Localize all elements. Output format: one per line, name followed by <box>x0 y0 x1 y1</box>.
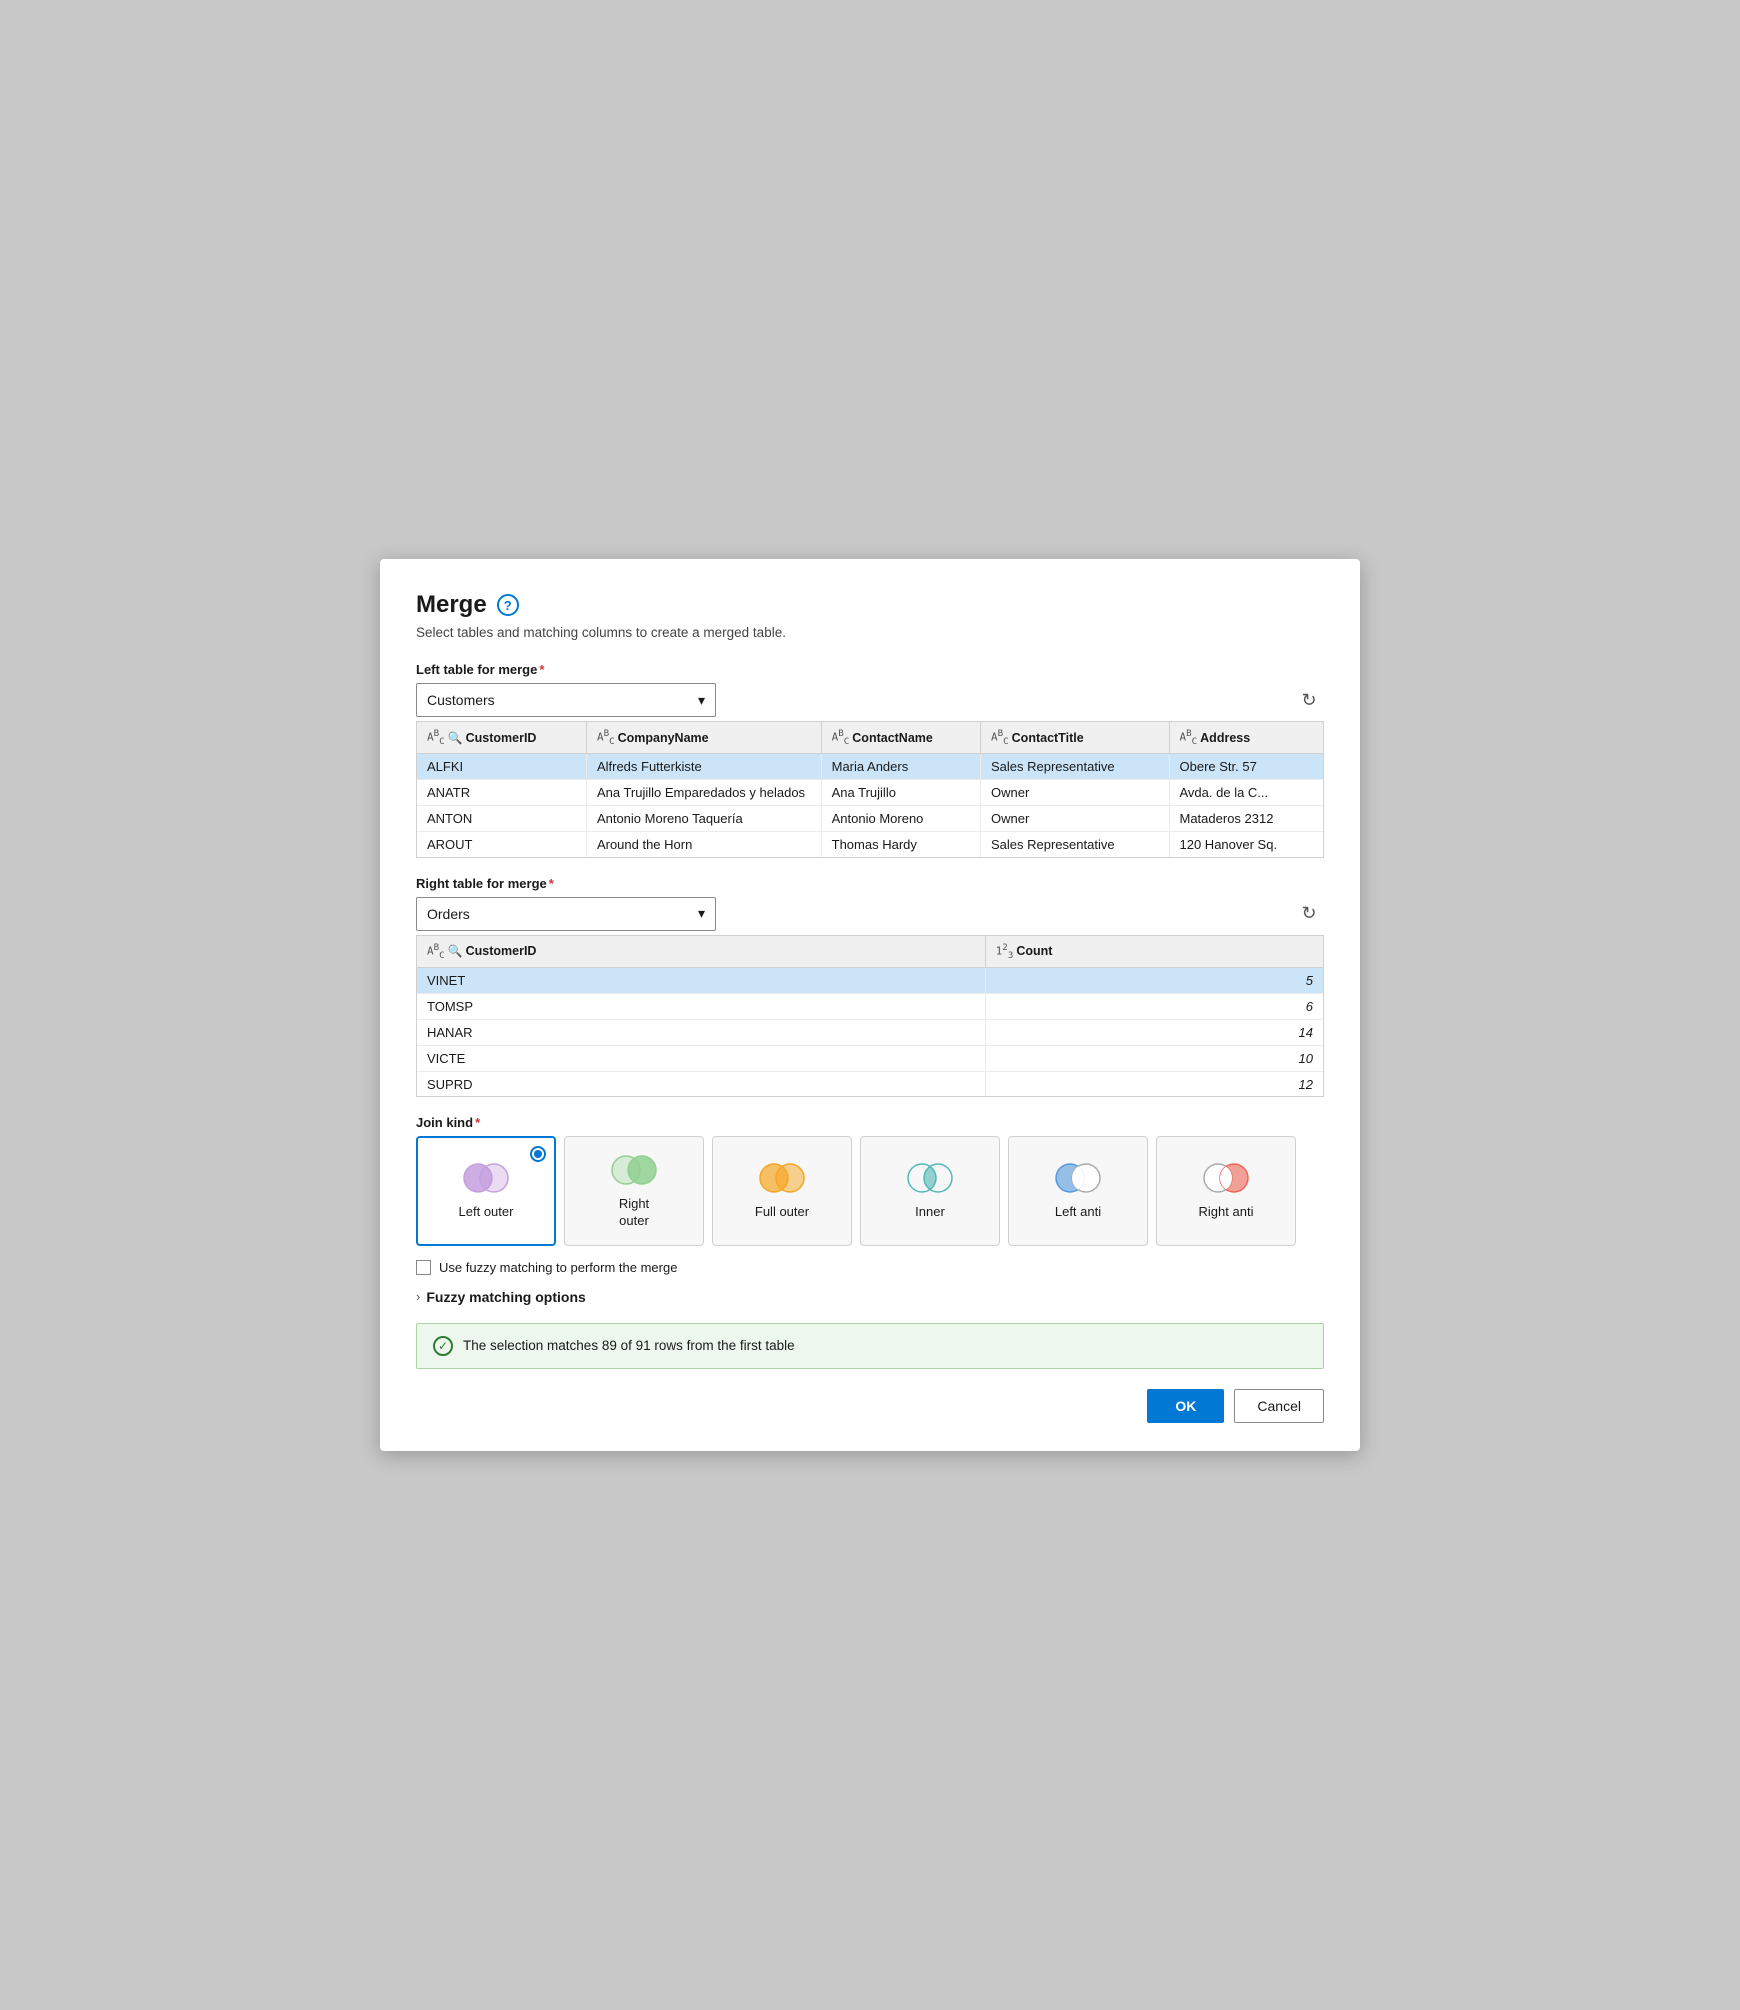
table-row[interactable]: VINET5 <box>417 967 1323 993</box>
left-table-wrapper[interactable]: ABC 🔍 CustomerID ABC CompanyName ABC Con… <box>417 722 1323 857</box>
fuzzy-options-label: Fuzzy matching options <box>426 1289 585 1305</box>
left-col-contacttitle[interactable]: ABC ContactTitle <box>981 722 1170 753</box>
join-kind-label: Join kind* <box>416 1115 1324 1130</box>
table-row[interactable]: HANAR14 <box>417 1019 1323 1045</box>
radio-left-outer <box>530 1146 546 1162</box>
status-check-icon: ✓ <box>433 1336 453 1356</box>
join-left-outer-label: Left outer <box>459 1204 514 1221</box>
fuzzy-checkbox[interactable] <box>416 1260 431 1275</box>
venn-left-outer-icon <box>460 1160 512 1196</box>
chevron-down-icon: ▾ <box>698 692 705 709</box>
join-right-anti[interactable]: Right anti <box>1156 1136 1296 1246</box>
join-inner-label: Inner <box>915 1204 945 1221</box>
venn-right-anti-icon <box>1200 1160 1252 1196</box>
join-right-outer[interactable]: Rightouter <box>564 1136 704 1246</box>
left-col-contactname[interactable]: ABC ContactName <box>821 722 980 753</box>
join-cards: Left outer Rightouter Full outer <box>416 1136 1324 1246</box>
right-table-value: Orders <box>427 906 470 922</box>
table-row[interactable]: ANTONAntonio Moreno TaqueríaAntonio More… <box>417 805 1323 831</box>
chevron-right-icon: › <box>416 1289 420 1304</box>
status-message: The selection matches 89 of 91 rows from… <box>463 1338 795 1353</box>
merge-dialog: Merge ? Select tables and matching colum… <box>380 559 1360 1451</box>
fuzzy-options-row[interactable]: › Fuzzy matching options <box>416 1289 1324 1305</box>
cancel-button[interactable]: Cancel <box>1234 1389 1324 1423</box>
dialog-title: Merge <box>416 591 487 619</box>
left-table-container: ABC 🔍 CustomerID ABC CompanyName ABC Con… <box>416 721 1324 858</box>
right-table: ABC 🔍 CustomerID 123 Count VINET5TOMSP6H <box>417 936 1323 1096</box>
dialog-footer: OK Cancel <box>416 1389 1324 1423</box>
left-table: ABC 🔍 CustomerID ABC CompanyName ABC Con… <box>417 722 1323 857</box>
right-table-container: ABC 🔍 CustomerID 123 Count VINET5TOMSP6H <box>416 935 1324 1097</box>
table-row[interactable]: ANATRAna Trujillo Emparedados y heladosA… <box>417 779 1323 805</box>
join-right-anti-label: Right anti <box>1199 1204 1254 1221</box>
join-left-anti-label: Left anti <box>1055 1204 1101 1221</box>
status-bar: ✓ The selection matches 89 of 91 rows fr… <box>416 1323 1324 1369</box>
join-right-outer-label: Rightouter <box>619 1196 649 1230</box>
left-table-refresh-button[interactable]: ↻ <box>1294 685 1324 715</box>
left-col-customerid[interactable]: ABC 🔍 CustomerID <box>417 722 586 753</box>
right-table-dropdown[interactable]: Orders ▾ <box>416 897 716 931</box>
help-icon[interactable]: ? <box>497 594 519 616</box>
join-full-outer[interactable]: Full outer <box>712 1136 852 1246</box>
left-col-companyname[interactable]: ABC CompanyName <box>586 722 821 753</box>
left-table-dropdown[interactable]: Customers ▾ <box>416 683 716 717</box>
ok-button[interactable]: OK <box>1147 1389 1224 1423</box>
venn-left-anti-icon <box>1052 1160 1104 1196</box>
right-table-refresh-button[interactable]: ↻ <box>1294 899 1324 929</box>
table-row[interactable]: TOMSP6 <box>417 993 1323 1019</box>
join-full-outer-label: Full outer <box>755 1204 809 1221</box>
right-table-wrapper[interactable]: ABC 🔍 CustomerID 123 Count VINET5TOMSP6H <box>417 936 1323 1096</box>
right-table-label: Right table for merge* <box>416 876 1324 891</box>
table-row[interactable]: SUPRD12 <box>417 1071 1323 1096</box>
join-left-anti[interactable]: Left anti <box>1008 1136 1148 1246</box>
table-row[interactable]: ALFKIAlfreds FutterkisteMaria AndersSale… <box>417 753 1323 779</box>
right-col-count[interactable]: 123 Count <box>985 936 1323 967</box>
dialog-subtitle: Select tables and matching columns to cr… <box>416 625 1324 640</box>
fuzzy-label: Use fuzzy matching to perform the merge <box>439 1260 677 1275</box>
join-left-outer[interactable]: Left outer <box>416 1136 556 1246</box>
venn-right-outer-icon <box>608 1152 660 1188</box>
table-row[interactable]: VICTE10 <box>417 1045 1323 1071</box>
left-table-value: Customers <box>427 692 495 708</box>
fuzzy-row: Use fuzzy matching to perform the merge <box>416 1260 1324 1275</box>
chevron-down-icon-2: ▾ <box>698 905 705 922</box>
venn-inner-icon <box>904 1160 956 1196</box>
left-col-address[interactable]: ABC Address <box>1169 722 1323 753</box>
join-inner[interactable]: Inner <box>860 1136 1000 1246</box>
venn-full-outer-icon <box>756 1160 808 1196</box>
left-table-label: Left table for merge* <box>416 662 1324 677</box>
table-row[interactable]: AROUTAround the HornThomas HardySales Re… <box>417 831 1323 857</box>
right-col-customerid[interactable]: ABC 🔍 CustomerID <box>417 936 985 967</box>
